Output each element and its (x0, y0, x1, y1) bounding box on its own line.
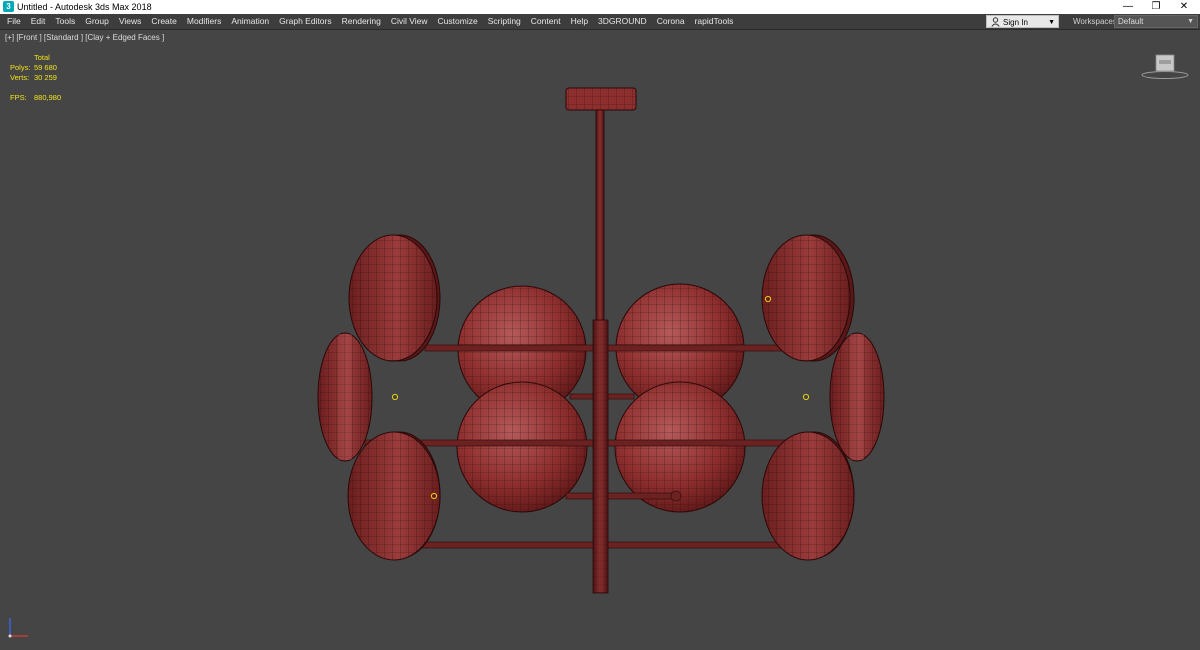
workspaces-select[interactable]: Default ▼ (1114, 15, 1198, 28)
menu-create[interactable]: Create (146, 14, 182, 29)
disk-middle-right (829, 332, 885, 462)
disk-lower-left (347, 431, 441, 561)
menu-scripting[interactable]: Scripting (483, 14, 526, 29)
sign-in-label: Sign In (1003, 18, 1028, 27)
workspaces-value: Default (1118, 17, 1144, 26)
menu-corona[interactable]: Corona (652, 14, 690, 29)
title-bar: 3 Untitled - Autodesk 3ds Max 2018 — ❐ ✕ (0, 0, 1200, 14)
menu-items: File Edit Tools Group Views Create Modifiers An… (0, 14, 738, 29)
sign-in-dropdown[interactable]: Sign In ▼ (986, 15, 1059, 28)
arm-short-right (603, 393, 635, 400)
workspaces-label: Workspaces: (1073, 17, 1120, 26)
menu-content[interactable]: Content (526, 14, 566, 29)
polys-label: Polys: (10, 63, 31, 72)
disk-middle-left (317, 332, 373, 462)
disk-lower-right (761, 431, 855, 561)
arm-bottom-right (603, 541, 795, 549)
arm-upper-left (424, 344, 601, 352)
menu-customize[interactable]: Customize (433, 14, 483, 29)
polys-value: 59 680 (34, 63, 57, 72)
viewport-label-menu[interactable]: [+] [Front ] [Standard ] [Clay + Edged F… (5, 33, 164, 42)
arm-bottom-left (404, 541, 601, 549)
fps-label: FPS: (10, 93, 27, 102)
arm-lower-short-right (603, 492, 679, 500)
verts-value: 30 259 (34, 73, 57, 82)
menu-edit[interactable]: Edit (26, 14, 51, 29)
chevron-down-icon: ▼ (1187, 18, 1194, 25)
menu-file[interactable]: File (0, 14, 26, 29)
menu-views[interactable]: Views (114, 14, 147, 29)
disk-upper-right (761, 234, 855, 362)
menu-group[interactable]: Group (80, 14, 114, 29)
fps-value: 880,980 (34, 93, 62, 102)
chandelier-model[interactable] (0, 30, 1200, 650)
menu-rendering[interactable]: Rendering (337, 14, 386, 29)
restore-button[interactable]: ❐ (1142, 0, 1170, 14)
chevron-down-icon: ▼ (1048, 19, 1055, 26)
front-viewport[interactable]: [+] [Front ] [Standard ] [Clay + Edged F… (0, 30, 1200, 650)
disk-upper-left (348, 234, 441, 362)
verts-label: Verts: (10, 73, 30, 82)
ceiling-canopy (565, 87, 637, 111)
minimize-button[interactable]: — (1114, 0, 1142, 14)
menu-bar: File Edit Tools Group Views Create Modifiers An… (0, 14, 1200, 30)
menu-modifiers[interactable]: Modifiers (182, 14, 226, 29)
sphere-lower-left (456, 381, 588, 513)
viewcube-icon[interactable] (1140, 52, 1190, 80)
close-button[interactable]: ✕ (1170, 0, 1198, 14)
main-stem (595, 109, 605, 326)
sphere-lower-right (614, 381, 746, 513)
menu-3dground[interactable]: 3DGROUND (593, 14, 652, 29)
menu-tools[interactable]: Tools (50, 14, 80, 29)
menu-graph-editors[interactable]: Graph Editors (274, 14, 336, 29)
menu-help[interactable]: Help (566, 14, 593, 29)
axis-tripod-icon (8, 618, 28, 638)
stats-header: Total (34, 53, 50, 62)
arm-upper-right (603, 344, 795, 352)
menu-animation[interactable]: Animation (226, 14, 274, 29)
user-icon (991, 17, 1000, 27)
menu-civil-view[interactable]: Civil View (386, 14, 433, 29)
3dsmax-app-icon[interactable]: 3 (3, 1, 14, 12)
window-title: Untitled - Autodesk 3ds Max 2018 (17, 2, 152, 12)
menu-rapidtools[interactable]: rapidTools (690, 14, 739, 29)
